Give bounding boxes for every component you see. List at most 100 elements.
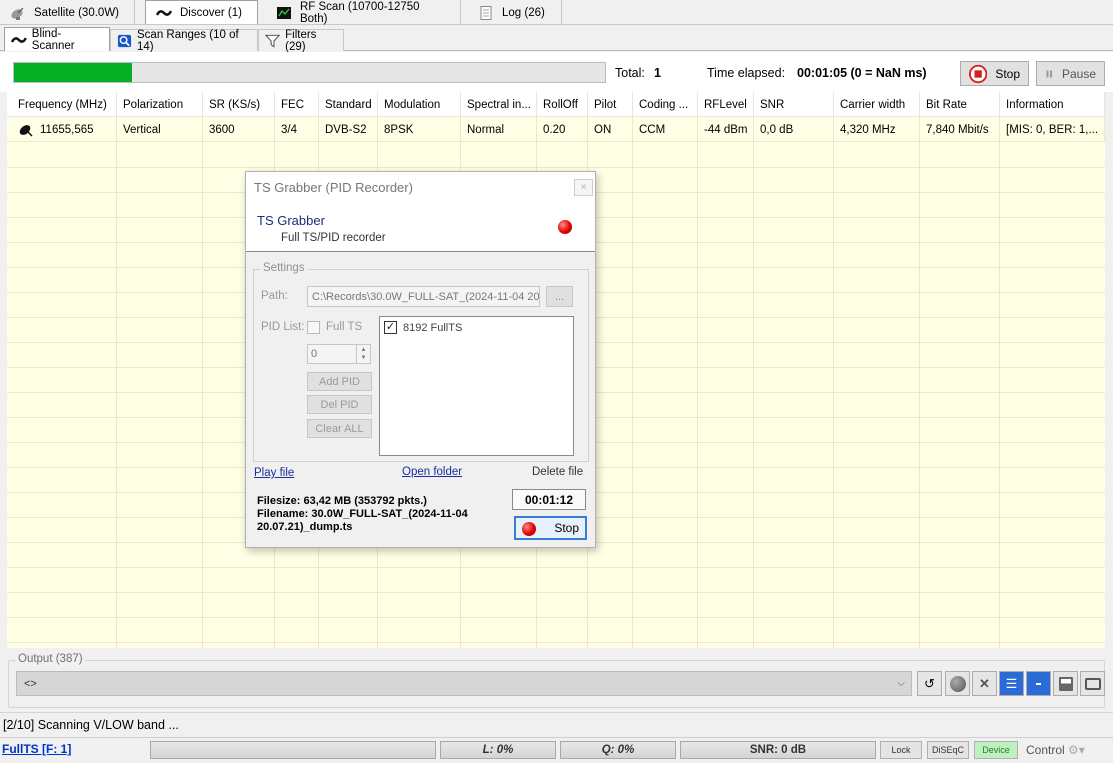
tab-rf-scan-label: RF Scan (10700-12750 Both)	[299, 0, 420, 25]
column-header[interactable]: Carrier width	[834, 92, 920, 117]
rf-scan-icon	[276, 6, 291, 19]
pid-list[interactable]: ✓ 8192 FullTS	[379, 316, 574, 456]
list-icon: ☰	[1005, 675, 1018, 691]
column-header[interactable]: Coding ...	[633, 92, 698, 117]
browse-button[interactable]: ...	[546, 286, 573, 307]
path-field[interactable]: C:\Records\30.0W_FULL-SAT_(2024-11-04 20…	[307, 286, 540, 307]
tab-scan-ranges[interactable]: Scan Ranges (10 of 14)	[110, 29, 258, 53]
column-header[interactable]: RFLevel	[698, 92, 754, 117]
tab-discover[interactable]: Discover (1)	[145, 0, 258, 24]
column-header[interactable]: Spectral in...	[461, 92, 537, 117]
dialog-title: TS Grabber	[257, 213, 325, 228]
top-tab-strip: Satellite (30.0W) Discover (1) RF Scan (…	[0, 0, 1113, 25]
checkbox-checked-icon[interactable]: ✓	[384, 321, 397, 334]
cell-bit-rate: 7,840 Mbit/s	[920, 117, 1000, 142]
grid-line	[116, 117, 117, 648]
path-field-value: C:\Records\30.0W_FULL-SAT_(2024-11-04 20…	[312, 290, 540, 303]
filesize-text: Filesize: 63,42 MB (353792 pkts.)	[257, 495, 427, 507]
column-header[interactable]: Information	[1000, 92, 1105, 117]
stop-scan-button[interactable]: Stop	[960, 61, 1029, 86]
tab-log[interactable]: Log (26)	[468, 0, 562, 25]
fullts-link[interactable]: FullTS [F: 1]	[2, 742, 71, 756]
stop-recording-button[interactable]: Stop	[514, 516, 587, 540]
tab-rf-scan[interactable]: RF Scan (10700-12750 Both)	[266, 0, 461, 25]
del-pid-button[interactable]: Del PID	[307, 395, 372, 414]
grid-line	[7, 592, 1105, 593]
grid-line	[202, 117, 203, 648]
list-view-button[interactable]: ☰	[999, 671, 1024, 696]
stepper-arrows-icon[interactable]: ▲ ▼	[356, 345, 370, 363]
dash-icon	[1036, 682, 1041, 685]
grid-line	[833, 117, 834, 648]
path-label: Path:	[261, 290, 288, 302]
pid-item-label: 8192 FullTS	[403, 321, 463, 334]
cell-snr: 0,0 dB	[754, 117, 834, 142]
output-select[interactable]: <> ⌵	[16, 671, 912, 696]
stop-recording-label: Stop	[554, 521, 579, 535]
column-header[interactable]: Pilot	[588, 92, 633, 117]
scan-progress-fill	[14, 63, 133, 82]
device-indicator: Device	[974, 741, 1018, 759]
close-button[interactable]: ×	[574, 179, 593, 196]
delete-file-link[interactable]: Delete file	[532, 466, 583, 478]
column-header[interactable]: Modulation	[378, 92, 461, 117]
full-ts-checkbox[interactable]	[307, 321, 320, 334]
open-folder-link[interactable]: Open folder	[402, 466, 462, 478]
control-label-text: Control	[1026, 743, 1065, 757]
full-ts-label: Full TS	[326, 321, 363, 333]
total-label: Total:	[615, 66, 645, 80]
output-legend: Output (387)	[16, 653, 85, 665]
table-row[interactable]: 11655,565 Vertical 3600 3/4 DVB-S2 8PSK …	[7, 117, 1105, 142]
column-header[interactable]: Standard	[319, 92, 378, 117]
cell-pilot: ON	[588, 117, 633, 142]
tab-filters[interactable]: Filters (29)	[258, 29, 344, 53]
tab-satellite[interactable]: Satellite (30.0W)	[0, 0, 135, 25]
cell-sr: 3600	[203, 117, 275, 142]
pid-stepper-value: 0	[311, 348, 318, 360]
column-header[interactable]: SR (KS/s)	[203, 92, 275, 117]
blind-scanner-icon	[11, 36, 27, 43]
column-header[interactable]: FEC	[275, 92, 319, 117]
bottom-status-bar: FullTS [F: 1] L: 0% Q: 0% SNR: 0 dB Lock…	[0, 737, 1113, 763]
grid-line	[632, 117, 633, 648]
stop-scan-label: Stop	[995, 66, 1020, 81]
tv-button[interactable]	[1080, 671, 1105, 696]
grid-line	[7, 567, 1105, 568]
column-header[interactable]: Bit Rate	[920, 92, 1000, 117]
refresh-button[interactable]: ↺	[917, 671, 942, 696]
output-select-value: <>	[24, 677, 37, 690]
column-header[interactable]: Polarization	[117, 92, 203, 117]
satellite-dish-icon	[11, 7, 24, 20]
filename-text: Filename: 30.0W_FULL-SAT_(2024-11-04 20.…	[257, 508, 468, 533]
pause-scan-button[interactable]: Pause	[1036, 61, 1105, 86]
level-meter: L: 0%	[440, 741, 556, 759]
grid-line	[7, 617, 1105, 618]
clear-button[interactable]: ✕	[972, 671, 997, 696]
gear-icon: ⚙▾	[1068, 743, 1085, 757]
record-timer: 00:01:12	[512, 489, 586, 510]
save-button[interactable]	[1053, 671, 1078, 696]
control-label[interactable]: Control ⚙▾	[1026, 743, 1085, 757]
pid-stepper[interactable]: 0 ▲ ▼	[307, 344, 371, 364]
tab-blind-scanner[interactable]: Blind-Scanner	[4, 27, 110, 52]
column-header[interactable]: RollOff	[537, 92, 588, 117]
dialog-titlebar[interactable]: TS Grabber (PID Recorder)	[246, 172, 595, 202]
grid-line	[919, 117, 920, 648]
play-file-link[interactable]: Play file	[254, 467, 294, 479]
globe-button[interactable]	[945, 671, 970, 696]
tab-blind-scanner-label: Blind-Scanner	[31, 27, 75, 52]
panel-toggle-button[interactable]	[1026, 671, 1051, 696]
chevron-down-icon: ⌵	[897, 678, 905, 689]
clear-all-button[interactable]: Clear ALL	[307, 419, 372, 438]
total-value: 1	[654, 66, 661, 80]
grid-line	[753, 117, 754, 648]
diseqc-indicator: DiSEqC	[927, 741, 969, 759]
list-item[interactable]: ✓ 8192 FullTS	[384, 321, 462, 334]
column-header[interactable]: SNR	[754, 92, 834, 117]
add-pid-button[interactable]: Add PID	[307, 372, 372, 391]
refresh-icon: ↺	[924, 675, 935, 691]
snr-meter: SNR: 0 dB	[680, 741, 876, 759]
cell-carrier-width: 4,320 MHz	[834, 117, 920, 142]
column-header[interactable]: Frequency (MHz)	[12, 92, 117, 117]
progress-row: Total: 1 Time elapsed: 00:01:05 (0 = NaN…	[0, 52, 1113, 92]
